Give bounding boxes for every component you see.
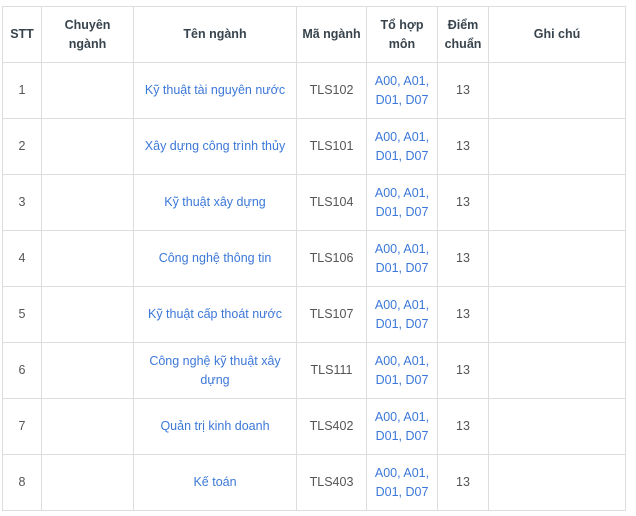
column-header-ghi-chu: Ghi chú	[488, 6, 626, 63]
cell-ghi-chu	[488, 454, 626, 511]
cell-diem-chuan: 13	[437, 230, 489, 287]
cell-ten-nganh: Công nghệ kỹ thuật xây dựng	[133, 342, 297, 399]
cell-chuyen-nganh	[41, 174, 134, 231]
table-row: 4 Công nghệ thông tin TLS106 A00, A01, D01,…	[2, 230, 626, 287]
cell-ten-nganh: Xây dựng công trình thủy	[133, 118, 297, 175]
column-header-stt: STT	[2, 6, 42, 63]
cell-ma-nganh: TLS102	[296, 62, 367, 119]
table-header: STT Chuyên ngành Tên ngành Mã ngành Tổ h…	[2, 6, 626, 63]
table-header-row: STT Chuyên ngành Tên ngành Mã ngành Tổ h…	[2, 6, 626, 63]
admissions-table-container: STT Chuyên ngành Tên ngành Mã ngành Tổ h…	[2, 6, 626, 511]
cell-stt: 6	[2, 342, 42, 399]
cell-stt: 4	[2, 230, 42, 287]
cell-ghi-chu	[488, 230, 626, 287]
column-header-diem-chuan: Điểm chuẩn	[437, 6, 489, 63]
cell-ma-nganh: TLS402	[296, 398, 367, 455]
cell-ghi-chu	[488, 62, 626, 119]
cell-diem-chuan: 13	[437, 342, 489, 399]
cell-ma-nganh: TLS403	[296, 454, 367, 511]
table-row: 2 Xây dựng công trình thủy TLS101 A00, A01,…	[2, 118, 626, 175]
cell-to-hop-mon: A00, A01, D01, D07	[366, 118, 438, 175]
admissions-table: STT Chuyên ngành Tên ngành Mã ngành Tổ h…	[2, 6, 626, 511]
column-header-chuyen-nganh: Chuyên ngành	[41, 6, 134, 63]
cell-ma-nganh: TLS111	[296, 342, 367, 399]
table-row: 7 Quản trị kinh doanh TLS402 A00, A01, D01,…	[2, 398, 626, 455]
cell-to-hop-mon: A00, A01, D01, D07	[366, 342, 438, 399]
cell-chuyen-nganh	[41, 286, 134, 343]
cell-ten-nganh: Công nghệ thông tin	[133, 230, 297, 287]
cell-to-hop-mon: A00, A01, D01, D07	[366, 174, 438, 231]
cell-chuyen-nganh	[41, 342, 134, 399]
cell-to-hop-mon: A00, A01, D01, D07	[366, 454, 438, 511]
column-header-to-hop-mon: Tổ hợp môn	[366, 6, 438, 63]
table-row: 6 Công nghệ kỹ thuật xây dựng TLS111 A00, A…	[2, 342, 626, 399]
table-row: 3 Kỹ thuật xây dựng TLS104 A00, A01, D01, D…	[2, 174, 626, 231]
table-row: 8 Kế toán TLS403 A00, A01, D01, D07 13	[2, 454, 626, 511]
column-header-ma-nganh: Mã ngành	[296, 6, 367, 63]
cell-stt: 2	[2, 118, 42, 175]
cell-ten-nganh: Kỹ thuật cấp thoát nước	[133, 286, 297, 343]
cell-to-hop-mon: A00, A01, D01, D07	[366, 286, 438, 343]
cell-chuyen-nganh	[41, 398, 134, 455]
cell-ghi-chu	[488, 398, 626, 455]
cell-stt: 7	[2, 398, 42, 455]
table-row: 5 Kỹ thuật cấp thoát nước TLS107 A00, A01, …	[2, 286, 626, 343]
cell-to-hop-mon: A00, A01, D01, D07	[366, 230, 438, 287]
cell-stt: 1	[2, 62, 42, 119]
cell-stt: 3	[2, 174, 42, 231]
cell-diem-chuan: 13	[437, 286, 489, 343]
cell-ma-nganh: TLS104	[296, 174, 367, 231]
cell-diem-chuan: 13	[437, 62, 489, 119]
cell-to-hop-mon: A00, A01, D01, D07	[366, 62, 438, 119]
cell-ghi-chu	[488, 118, 626, 175]
cell-ten-nganh: Quản trị kinh doanh	[133, 398, 297, 455]
cell-diem-chuan: 13	[437, 398, 489, 455]
cell-chuyen-nganh	[41, 118, 134, 175]
cell-ten-nganh: Kỹ thuật xây dựng	[133, 174, 297, 231]
cell-chuyen-nganh	[41, 454, 134, 511]
cell-diem-chuan: 13	[437, 174, 489, 231]
cell-chuyen-nganh	[41, 230, 134, 287]
cell-chuyen-nganh	[41, 62, 134, 119]
cell-diem-chuan: 13	[437, 454, 489, 511]
cell-stt: 5	[2, 286, 42, 343]
cell-to-hop-mon: A00, A01, D01, D07	[366, 398, 438, 455]
cell-ma-nganh: TLS107	[296, 286, 367, 343]
cell-stt: 8	[2, 454, 42, 511]
column-header-ten-nganh: Tên ngành	[133, 6, 297, 63]
cell-ghi-chu	[488, 342, 626, 399]
cell-ghi-chu	[488, 286, 626, 343]
cell-ma-nganh: TLS101	[296, 118, 367, 175]
cell-ten-nganh: Kỹ thuật tài nguyên nước	[133, 62, 297, 119]
cell-ten-nganh: Kế toán	[133, 454, 297, 511]
table-body: 1 Kỹ thuật tài nguyên nước TLS102 A00, A01,…	[2, 62, 626, 511]
cell-ghi-chu	[488, 174, 626, 231]
cell-diem-chuan: 13	[437, 118, 489, 175]
cell-ma-nganh: TLS106	[296, 230, 367, 287]
table-row: 1 Kỹ thuật tài nguyên nước TLS102 A00, A01,…	[2, 62, 626, 119]
